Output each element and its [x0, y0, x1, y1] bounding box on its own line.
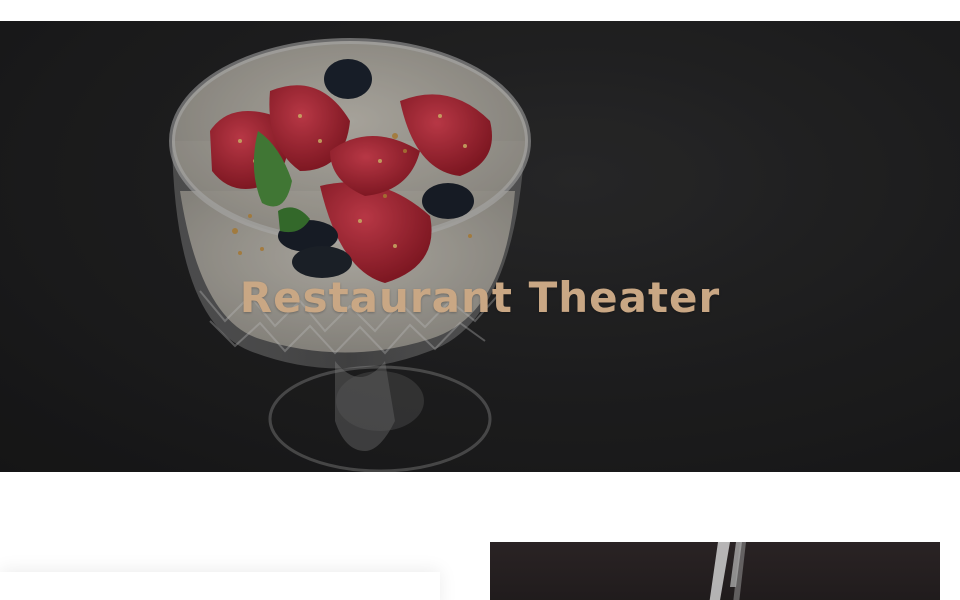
content-card [0, 572, 440, 600]
page: Restaurant Theater [0, 0, 960, 600]
hero-title: Restaurant Theater [239, 273, 721, 322]
fork-image [709, 542, 746, 600]
content-section [0, 472, 960, 600]
dish-photo [490, 542, 940, 600]
top-bar [0, 0, 960, 21]
hero-overlay [0, 21, 960, 472]
hero-banner: Restaurant Theater [0, 21, 960, 472]
